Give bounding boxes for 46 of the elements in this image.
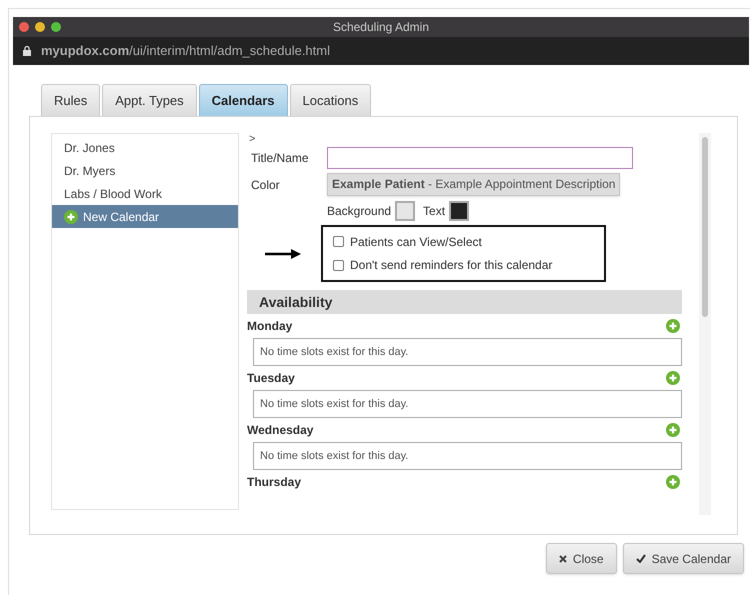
close-icon <box>558 554 567 562</box>
day-label: Wednesday <box>247 422 314 439</box>
checkbox[interactable] <box>333 260 344 271</box>
color-preview: Example Patient - Example Appointment Description <box>327 173 620 196</box>
calendar-item[interactable]: New Calendar <box>52 205 238 228</box>
field-label: Text <box>423 203 446 220</box>
empty-message: No time slots exist for this day. <box>260 344 408 360</box>
section-title: Availability <box>259 292 332 312</box>
check-icon <box>636 554 646 563</box>
add-icon <box>64 210 78 224</box>
checkbox[interactable] <box>333 236 344 248</box>
maximize-window-icon[interactable] <box>51 22 61 32</box>
color-swatch[interactable] <box>449 201 470 221</box>
add-time-slot-icon[interactable] <box>666 423 680 437</box>
tab[interactable]: Locations <box>290 84 372 116</box>
title-input[interactable] <box>327 147 633 169</box>
empty-message: No time slots exist for this day. <box>260 448 408 464</box>
add-time-slot-icon[interactable] <box>666 475 680 489</box>
day-label: Tuesday <box>247 370 295 387</box>
color-swatch[interactable] <box>395 201 416 221</box>
field-label: Color <box>251 176 281 194</box>
scrollbar[interactable] <box>699 133 711 515</box>
add-time-slot-icon[interactable] <box>666 319 680 333</box>
field-label: Background <box>327 203 392 220</box>
empty-message: No time slots exist for this day. <box>260 396 408 412</box>
url-text[interactable]: myupdox.com/ui/interim/html/adm_schedule.html <box>41 41 330 61</box>
checkbox-label: Patients can View/Select <box>350 234 482 251</box>
tab[interactable]: Rules <box>41 84 100 116</box>
calendar-item[interactable]: Labs / Blood Work <box>52 182 238 205</box>
arrow-icon <box>265 248 301 258</box>
save-button[interactable]: Save Calendar <box>622 543 744 574</box>
breadcrumb: > <box>249 133 256 145</box>
checkbox-label: Don't send reminders for this calendar <box>350 257 552 274</box>
tab[interactable]: Appt. Types <box>102 84 197 116</box>
minimize-window-icon[interactable] <box>35 22 45 32</box>
close-button[interactable]: Close <box>546 543 617 574</box>
calendar-item[interactable]: Dr. Jones <box>52 136 238 159</box>
lock-icon <box>23 46 31 56</box>
window-title: Scheduling Admin <box>332 19 430 36</box>
day-label: Thursday <box>247 474 302 491</box>
close-window-icon[interactable] <box>19 22 29 32</box>
day-label: Monday <box>247 318 292 335</box>
field-label: Title/Name <box>251 150 310 167</box>
tab[interactable]: Calendars <box>198 84 288 116</box>
calendar-item[interactable]: Dr. Myers <box>52 159 238 182</box>
add-time-slot-icon[interactable] <box>666 371 680 385</box>
